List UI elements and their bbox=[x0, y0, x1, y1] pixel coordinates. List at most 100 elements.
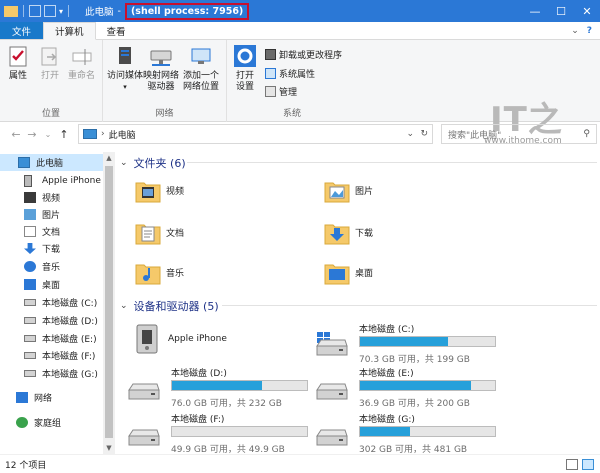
back-arrow-icon[interactable]: ← bbox=[8, 128, 24, 141]
shell-process-label: (shell process: 7956) bbox=[124, 2, 250, 20]
folders-header[interactable]: ⌄ 文件夹 (6) bbox=[120, 155, 186, 171]
chevron-right-icon[interactable]: › bbox=[101, 129, 105, 139]
breadcrumb[interactable]: 此电脑 bbox=[109, 128, 136, 141]
nav-item-label: 此电脑 bbox=[36, 159, 64, 169]
drive-usage-bar bbox=[359, 426, 496, 437]
qat-dropdown-icon[interactable]: ▾ bbox=[59, 7, 63, 16]
folder-item[interactable]: 视频 bbox=[135, 178, 184, 203]
devices-header[interactable]: ⌄ 设备和驱动器 (5) bbox=[120, 298, 219, 314]
minimize-button[interactable]: — bbox=[522, 0, 548, 22]
nav-item[interactable]: 本地磁盘 (G:) bbox=[0, 365, 98, 382]
tab-file[interactable]: 文件 bbox=[0, 22, 44, 39]
nav-item[interactable]: 本地磁盘 (C:) bbox=[0, 294, 97, 311]
drive-icon bbox=[24, 335, 36, 342]
drive-usage-fill bbox=[360, 427, 410, 436]
drive-item[interactable]: 本地磁盘 (C:) 70.3 GB 可用，共 199 GB bbox=[315, 322, 505, 366]
media-server-icon bbox=[113, 44, 137, 68]
recent-locations-icon[interactable]: ⌄ bbox=[40, 130, 56, 139]
drive-usage-bar bbox=[171, 426, 308, 437]
search-icon[interactable]: ⚲ bbox=[583, 129, 590, 139]
uninstall-program-button[interactable]: 卸载或更改程序 bbox=[265, 48, 342, 61]
scroll-up-icon[interactable]: ▲ bbox=[103, 154, 115, 162]
properties-button[interactable]: 属性 bbox=[6, 44, 30, 82]
folder-item[interactable]: 文档 bbox=[135, 220, 184, 245]
drive-usage-fill bbox=[360, 381, 471, 390]
nav-item-label: 家庭组 bbox=[34, 419, 62, 429]
nav-item[interactable]: 网络 bbox=[0, 389, 52, 406]
drive-item[interactable]: 本地磁盘 (D:) 76.0 GB 可用，共 232 GB bbox=[127, 366, 317, 410]
add-location-label-1: 添加一个 bbox=[183, 71, 220, 81]
access-media-button[interactable]: 访问媒体 ▾ bbox=[107, 44, 143, 93]
open-button[interactable]: 打开 bbox=[38, 44, 62, 82]
address-field[interactable]: › 此电脑 ⌄ ↻ bbox=[78, 124, 433, 144]
search-input[interactable]: 搜索"此电脑" ⚲ bbox=[441, 124, 597, 144]
details-view-icon[interactable] bbox=[566, 459, 578, 470]
add-network-location-button[interactable]: 添加一个 网络位置 bbox=[183, 44, 219, 93]
refresh-icon[interactable]: ↻ bbox=[420, 129, 428, 139]
manage-button[interactable]: 管理 bbox=[265, 85, 297, 98]
iphone-label: Apple iPhone bbox=[168, 334, 227, 344]
nav-item[interactable]: 本地磁盘 (E:) bbox=[0, 330, 97, 347]
chevron-down-icon: ▾ bbox=[123, 83, 127, 91]
document-folder-icon bbox=[135, 220, 161, 245]
nav-item[interactable]: Apple iPhone bbox=[0, 172, 101, 189]
scroll-thumb[interactable] bbox=[105, 166, 113, 438]
nav-item[interactable]: 音乐 bbox=[0, 258, 60, 275]
nav-item-label: 下载 bbox=[42, 245, 61, 255]
nav-item[interactable]: 视频 bbox=[0, 189, 60, 206]
drive-space-info: 76.0 GB 可用，共 232 GB bbox=[171, 399, 282, 409]
tab-view[interactable]: 查看 bbox=[96, 22, 137, 39]
navigation-pane: 此电脑 Apple iPhone 视频 图片 文档下载音乐 桌面本地磁盘 (C:) 本地磁盘… bbox=[0, 152, 117, 454]
nav-item[interactable]: 图片 bbox=[0, 206, 60, 223]
devices-header-text: 设备和驱动器 (5) bbox=[133, 300, 219, 313]
nav-scrollbar[interactable]: ▲ ▼ bbox=[103, 152, 115, 454]
open-icon bbox=[38, 44, 62, 68]
drive-icon bbox=[127, 376, 161, 402]
nav-item[interactable]: 文档 bbox=[0, 223, 60, 240]
help-icon[interactable]: ? bbox=[587, 26, 592, 36]
open-settings-label-1: 打开 bbox=[235, 71, 254, 81]
desktop-folder-icon bbox=[324, 260, 350, 285]
drive-name: 本地磁盘 (F:) bbox=[171, 415, 225, 425]
tiles-view-icon[interactable] bbox=[582, 459, 594, 470]
rename-button[interactable]: 重命名 bbox=[68, 44, 95, 82]
pc-icon bbox=[83, 129, 97, 139]
add-network-location-icon bbox=[189, 44, 213, 68]
chevron-down-icon[interactable]: ⌄ bbox=[120, 301, 128, 311]
nav-item-label: 网络 bbox=[34, 394, 53, 404]
forward-arrow-icon[interactable]: → bbox=[24, 128, 40, 141]
map-network-drive-button[interactable]: 映射网络 驱动器 bbox=[143, 44, 179, 93]
nav-item[interactable]: 家庭组 bbox=[0, 414, 61, 431]
scroll-down-icon[interactable]: ▼ bbox=[103, 444, 115, 452]
folder-item[interactable]: 下载 bbox=[324, 220, 373, 245]
folder-item[interactable]: 音乐 bbox=[135, 260, 184, 285]
add-location-label-2: 网络位置 bbox=[183, 82, 220, 92]
nav-item-label: 本地磁盘 (E:) bbox=[42, 335, 97, 345]
divider bbox=[187, 162, 597, 163]
new-folder-quick-icon[interactable] bbox=[44, 5, 56, 17]
drive-item[interactable]: 本地磁盘 (G:) 302 GB 可用，共 481 GB bbox=[315, 412, 505, 456]
iphone-item[interactable]: Apple iPhone bbox=[133, 324, 227, 354]
open-settings-button[interactable]: 打开 设置 bbox=[233, 44, 257, 93]
chevron-down-icon[interactable]: ⌄ bbox=[120, 158, 128, 168]
properties-quick-icon[interactable] bbox=[29, 5, 41, 17]
chevron-down-icon[interactable]: ⌄ bbox=[571, 26, 579, 36]
maximize-button[interactable]: ☐ bbox=[548, 0, 574, 22]
nav-item[interactable]: 此电脑 bbox=[0, 154, 103, 171]
open-settings-label-2: 设置 bbox=[235, 82, 254, 92]
up-arrow-icon[interactable]: ↑ bbox=[56, 128, 72, 141]
nav-item[interactable]: 本地磁盘 (D:) bbox=[0, 312, 98, 329]
system-drive-icon bbox=[315, 332, 349, 358]
drive-item[interactable]: 本地磁盘 (F:) 49.9 GB 可用，共 49.9 GB bbox=[127, 412, 317, 456]
drive-item[interactable]: 本地磁盘 (E:) 36.9 GB 可用，共 200 GB bbox=[315, 366, 505, 410]
nav-item[interactable]: 下载 bbox=[0, 240, 60, 257]
nav-item-label: 本地磁盘 (C:) bbox=[42, 299, 98, 309]
close-button[interactable]: ✕ bbox=[574, 0, 600, 22]
folder-item[interactable]: 桌面 bbox=[324, 260, 373, 285]
folder-item[interactable]: 图片 bbox=[324, 178, 373, 203]
nav-item[interactable]: 桌面 bbox=[0, 276, 60, 293]
address-dropdown-icon[interactable]: ⌄ bbox=[406, 129, 414, 139]
nav-item[interactable]: 本地磁盘 (F:) bbox=[0, 347, 95, 364]
system-properties-button[interactable]: 系统属性 bbox=[265, 67, 315, 80]
tab-computer[interactable]: 计算机 bbox=[43, 22, 96, 40]
